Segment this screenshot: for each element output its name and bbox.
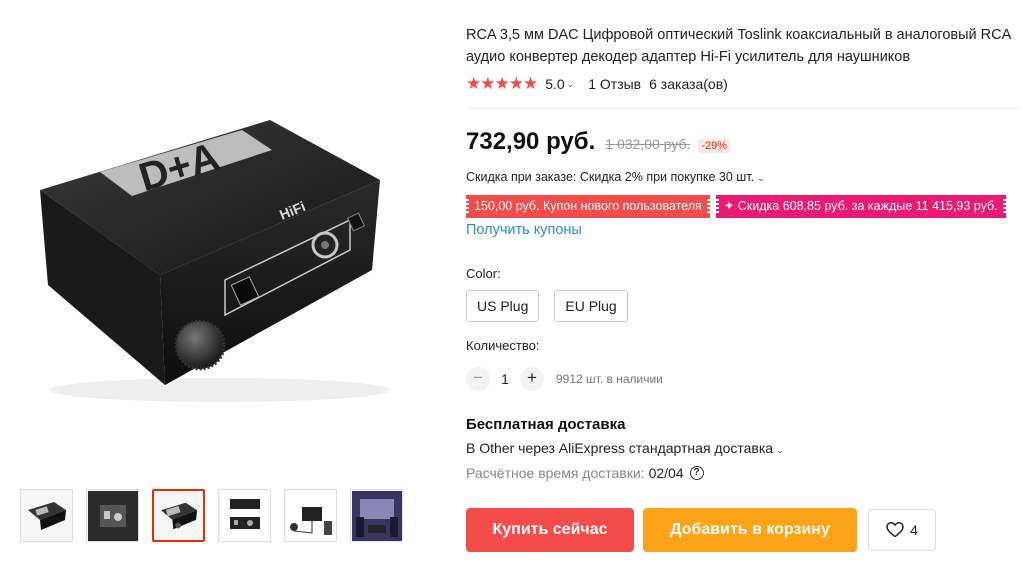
reviews-link[interactable]: 1 Отзыв [588,76,641,92]
rating-value[interactable]: 5.0 [545,76,564,92]
color-label: Color: [466,266,501,281]
delivery-time-value: 02/04 [648,465,684,481]
shipping-method[interactable]: В Other через AliExpress стандартная дос… [466,440,798,456]
chevron-down-icon: ⌄ [757,173,765,183]
main-product-image[interactable]: D+A HiFi [10,60,410,460]
add-to-cart-button[interactable]: Добавить в корзину [643,508,857,552]
decrease-quantity-button[interactable]: − [466,367,490,391]
old-price: 1 032,00 руб. [605,136,691,152]
divider [466,108,1018,109]
discount-badge: -29% [698,139,731,153]
increase-quantity-button[interactable]: + [520,367,544,391]
thumbnail-3[interactable] [152,489,205,542]
dac-device-illustration: D+A HiFi [40,120,390,402]
chevron-down-icon: ⌄ [776,445,784,455]
current-price: 732,90 руб. [466,128,596,155]
heart-icon [886,522,904,538]
thumbnail-5[interactable] [284,489,337,542]
get-coupons-link[interactable]: Получить купоны [466,222,582,238]
thumbnail-6[interactable] [350,489,403,542]
bulk-discount-text: Скидка при заказе: Скидка 2% при покупке… [466,170,755,184]
thumbnail-2[interactable] [86,489,139,542]
action-buttons: Купить сейчас Добавить в корзину 4 [466,508,936,552]
option-us-plug[interactable]: US Plug [466,290,540,322]
stock-count: 9912 шт. в наличии [556,372,663,386]
price-row: 732,90 руб. 1 032,00 руб. -29% [466,128,731,158]
rating-row: ★★★★★ 5.0 ⌄ 1 Отзыв 6 заказа(ов) [466,74,728,94]
star-icon: ★★★★★ [466,74,538,93]
color-options: US Plug EU Plug [466,290,628,322]
option-eu-plug[interactable]: EU Plug [554,290,628,322]
buy-now-button[interactable]: Купить сейчас [466,508,634,552]
quantity-stepper: − 1 + 9912 шт. в наличии [466,367,663,391]
shipping-method-text: В Other через AliExpress стандартная дос… [466,440,774,456]
product-title: RCA 3,5 мм DAC Цифровой оптический Tosli… [466,27,1011,65]
delivery-time-label: Расчётное время доставки: [466,465,645,481]
quantity-label: Количество: [466,338,540,353]
quantity-value[interactable]: 1 [490,371,520,387]
thumbnail-4[interactable] [218,489,271,542]
thumbnail-1[interactable] [20,489,73,542]
thumbnail-strip [20,489,403,542]
store-coupon[interactable]: ✦ Скидка 608,85 руб. за каждые 11 415,93… [714,195,1007,218]
bulk-discount[interactable]: Скидка при заказе: Скидка 2% при покупке… [466,170,779,184]
wishlist-count: 4 [910,522,918,538]
orders-count: 6 заказа(ов) [649,76,728,92]
shipping-title: Бесплатная доставка [466,416,626,433]
chevron-down-icon[interactable]: ⌄ [567,79,575,90]
new-user-coupon[interactable]: 150,00 руб. Купон нового пользователя [465,195,711,218]
wishlist-button[interactable]: 4 [868,509,936,551]
coupon-list: 150,00 руб. Купон нового пользователя ✦ … [465,195,1007,218]
question-circle-icon[interactable]: ? [689,466,704,480]
delivery-time: Расчётное время доставки: 02/04 ? [466,465,704,481]
